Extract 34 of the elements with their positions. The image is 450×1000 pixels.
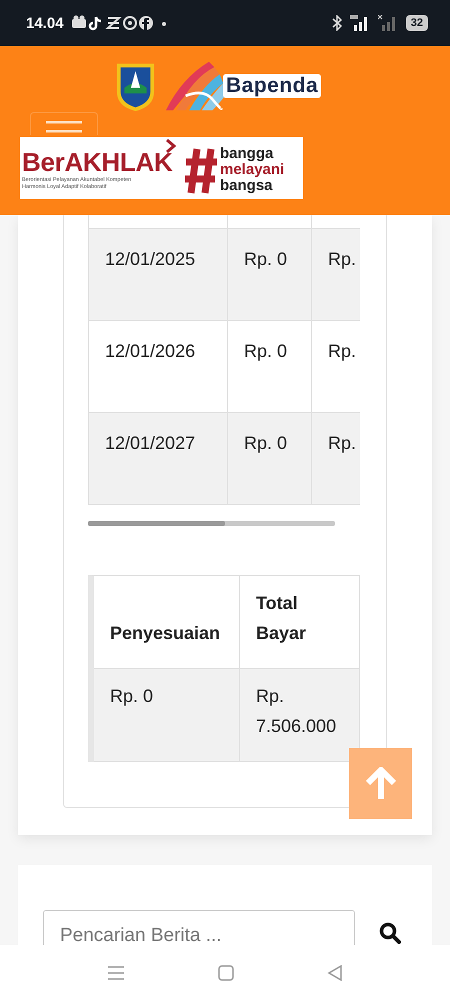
table-cell: Rp. 0 [227, 413, 311, 504]
slogan-text: bangsa [220, 178, 273, 194]
arrow-up-icon [364, 766, 396, 800]
table-cell: Rp. 0 [227, 321, 311, 412]
scrollbar[interactable] [88, 521, 335, 526]
table-cell: 12/01/2027 [88, 413, 227, 504]
table-cell: 12/01/2026 [88, 321, 227, 412]
search-icon [379, 922, 401, 944]
table-cell: Rp. [311, 321, 360, 412]
menu-icon [46, 121, 82, 133]
column-header: Penyesuaian [94, 576, 240, 668]
scroll-top-button[interactable] [349, 748, 412, 819]
signal-icon [378, 15, 398, 31]
table-cell: Rp. [311, 229, 360, 320]
table-cell: 12/01/2025 [88, 229, 227, 320]
home-icon[interactable] [218, 964, 234, 980]
menu-icon[interactable] [106, 964, 125, 980]
table-cell: Rp. [311, 413, 360, 504]
table-cell: Rp. 7.506.000 [240, 669, 360, 761]
status-time: 14.04 [26, 14, 64, 32]
table-cell: Rp. 0 [227, 229, 311, 320]
menu-button[interactable] [30, 112, 98, 135]
slogan-text: melayani [220, 162, 284, 178]
battery-level: 32 [406, 15, 428, 31]
logo-text: Bapenda [223, 74, 322, 98]
back-icon[interactable] [327, 964, 344, 980]
banner-title: BerAKHLAK [22, 147, 174, 177]
bluetooth-icon [332, 15, 342, 31]
slogan-text: bangga [220, 146, 274, 162]
column-header: Total Bayar [240, 576, 360, 668]
signal-icon [350, 15, 370, 31]
search-field[interactable]: Pencarian Berita ... [43, 910, 355, 945]
table-cell: Rp. 0 [94, 669, 240, 761]
scrollbar-thumb[interactable] [88, 521, 225, 526]
